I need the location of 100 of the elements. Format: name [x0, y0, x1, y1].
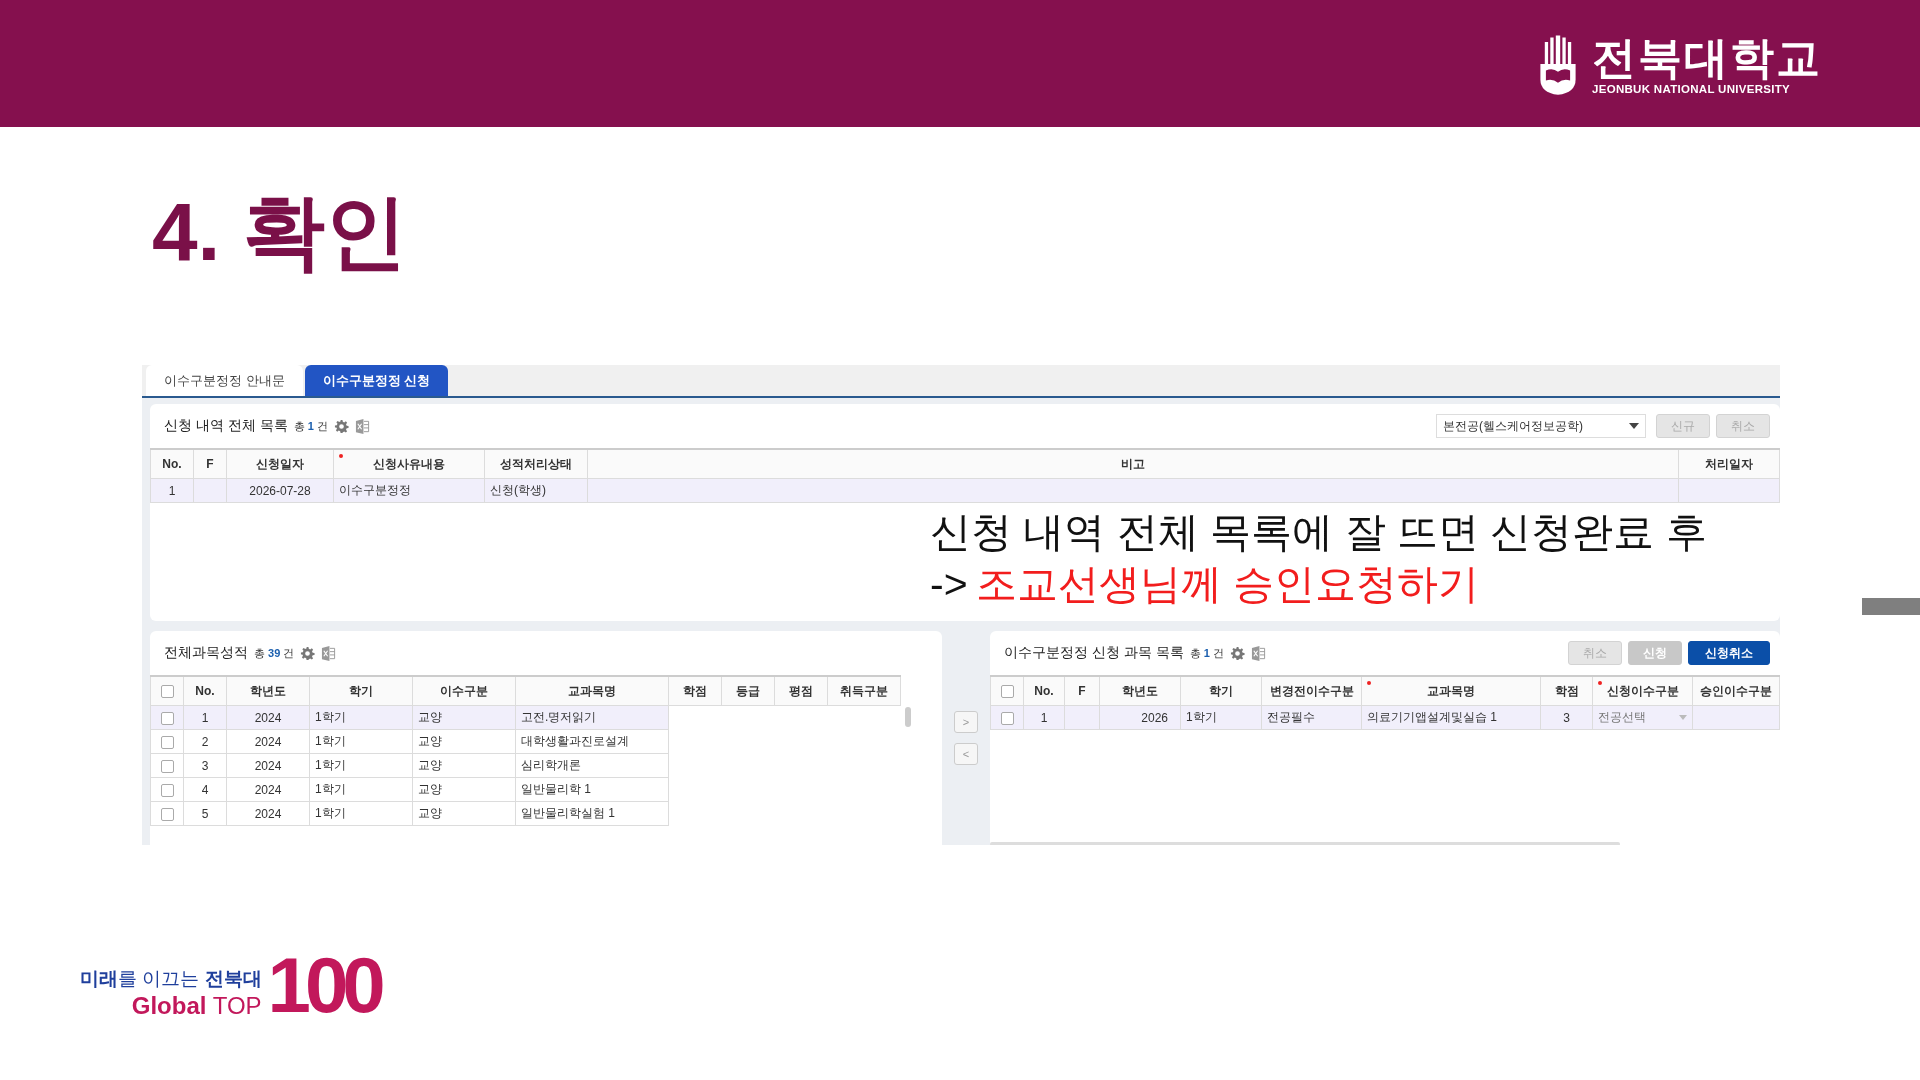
table-cell: 1학기 — [1186, 710, 1217, 724]
logo-subtitle: JEONBUK NATIONAL UNIVERSITY — [1592, 82, 1792, 95]
table-cell: 교양 — [418, 758, 442, 772]
table-cell: 2024 — [254, 758, 282, 773]
tab[interactable]: 이수구분정정 안내문 — [146, 365, 303, 396]
scrollbar[interactable] — [990, 842, 1620, 845]
table-cell: 1학기 — [315, 782, 346, 796]
column-header: 이수구분 — [412, 676, 516, 706]
caret-icon — [1679, 715, 1687, 720]
table-cell: 이수구분정정 — [339, 483, 411, 497]
checkbox[interactable] — [160, 759, 174, 773]
column-header: 신청일자 — [226, 449, 334, 479]
spreadsheet-icon[interactable] — [354, 418, 370, 434]
arrow-text: -> — [930, 561, 968, 607]
table-cell: 교양 — [418, 734, 442, 748]
table-cell: 대학생활과진로설계 — [521, 734, 629, 748]
column-header: 교과목명 — [515, 676, 669, 706]
checkbox[interactable] — [160, 685, 174, 699]
table-cell: 2026 — [1141, 710, 1168, 725]
table-cell: 전공필수 — [1267, 710, 1315, 724]
table-row[interactable]: 4 2024 1학기 교양 일반물리학 1 — [150, 777, 901, 802]
table-cell: 심리학개론 — [521, 758, 581, 772]
slogan-text: 미래를 이끄는 전북대 — [80, 967, 262, 991]
table-cell: 2024 — [254, 710, 282, 725]
table-cell: 3 — [1563, 710, 1570, 725]
table-cell: 1 — [201, 710, 209, 725]
checkbox[interactable] — [1000, 711, 1014, 725]
table-cell: 1 — [1040, 710, 1048, 725]
column-header: 처리일자 — [1678, 449, 1780, 479]
column-header: 신청사유내용 — [333, 449, 485, 479]
panel-title: 이수구분정정 신청 과목 목록 — [1004, 644, 1184, 662]
column-header: 평점 — [774, 676, 828, 706]
column-header: 학점 — [1540, 676, 1593, 706]
column-header: F — [1064, 676, 1100, 706]
table-cell: 고전.명저읽기 — [521, 710, 597, 724]
column-header: F — [193, 449, 227, 479]
checkbox[interactable] — [160, 807, 174, 821]
record-count: 총 1 건 — [1189, 645, 1224, 661]
highlight-text: 조교선생님께 승인요청하기 — [975, 561, 1479, 607]
table-cell: 2024 — [254, 782, 282, 797]
table-cell: 2024 — [254, 734, 282, 749]
major-dropdown[interactable]: 본전공(헬스케어정보공학) — [1436, 414, 1646, 438]
column-header: 학년도 — [1099, 676, 1181, 706]
panel-title: 신청 내역 전체 목록 — [164, 417, 288, 435]
table-cell: 2 — [201, 734, 209, 749]
table-cell: 1학기 — [315, 710, 346, 724]
tagline-text: Global TOP — [131, 992, 262, 1020]
column-header: 학년도 — [226, 676, 310, 706]
spreadsheet-icon[interactable] — [321, 645, 337, 661]
table-cell: 3 — [201, 758, 209, 773]
table-cell: 1학기 — [315, 806, 346, 820]
spreadsheet-icon[interactable] — [1250, 645, 1266, 661]
table-row[interactable]: 5 2024 1학기 교양 일반물리학실험 1 — [150, 801, 901, 826]
column-header: 학기 — [1180, 676, 1262, 706]
settings-icon[interactable] — [300, 645, 316, 661]
table-cell: 교양 — [418, 782, 442, 796]
table-cell: 교양 — [418, 806, 442, 820]
column-header: 학점 — [668, 676, 722, 706]
table-row[interactable]: 3 2024 1학기 교양 심리학개론 — [150, 753, 901, 778]
record-count: 총 1 건 — [293, 418, 328, 434]
caret-icon — [1629, 423, 1639, 429]
action-button[interactable]: 신청취소 — [1688, 641, 1770, 665]
tab[interactable]: 이수구분정정 신청 — [304, 365, 449, 396]
column-header: 취득구분 — [827, 676, 901, 706]
table-cell: 4 — [201, 782, 209, 797]
checkbox[interactable] — [1000, 685, 1014, 699]
checkbox[interactable] — [160, 783, 174, 797]
settings-icon[interactable] — [1229, 645, 1245, 661]
column-header: 등급 — [721, 676, 775, 706]
column-header: No. — [150, 449, 194, 479]
column-header: 승인이수구분 — [1692, 676, 1780, 706]
table-cell: 의료기기앱설계및실습 1 — [1367, 710, 1497, 724]
table-cell: 일반물리학 1 — [521, 782, 591, 796]
column-header: No. — [1023, 676, 1065, 706]
table-row[interactable]: 2 2024 1학기 교양 대학생활과진로설계 — [150, 729, 901, 754]
record-count: 총 39 건 — [254, 645, 295, 661]
column-header: 비고 — [587, 449, 1679, 479]
table-row[interactable]: 1 2026 1학기 전공필수 의료기기앱설계및실습 1 3 전공선택 — [990, 705, 1780, 730]
panel-title: 전체과목성적 — [164, 644, 248, 662]
table-cell: 2024 — [254, 806, 282, 821]
table-cell: 교양 — [418, 710, 442, 724]
column-header: 교과목명 — [1361, 676, 1541, 706]
table-cell: 신청(학생) — [490, 483, 546, 497]
table-cell: 1학기 — [315, 758, 346, 772]
table-cell: 5 — [201, 806, 209, 821]
table-cell: 1 — [168, 483, 176, 498]
table-cell: 1학기 — [315, 734, 346, 748]
settings-icon[interactable] — [333, 418, 349, 434]
column-header: 성적처리상태 — [484, 449, 588, 479]
column-header: 학기 — [309, 676, 413, 706]
annotation-text: 신청 내역 전체 목록에 잘 뜨면 신청완료 후 — [930, 508, 1707, 557]
checkbox[interactable] — [160, 711, 174, 725]
table-cell: 일반물리학실험 1 — [521, 806, 615, 820]
checkbox[interactable] — [160, 735, 174, 749]
scrollbar[interactable] — [905, 707, 911, 727]
table-cell: 2026-07-28 — [249, 483, 311, 498]
edge-bar — [1862, 598, 1920, 615]
table-row[interactable]: 1 2024 1학기 교양 고전.명저읽기 — [150, 705, 901, 730]
logo-number: 100 — [267, 950, 380, 1020]
slide-title: 4. 확인 — [152, 189, 409, 275]
